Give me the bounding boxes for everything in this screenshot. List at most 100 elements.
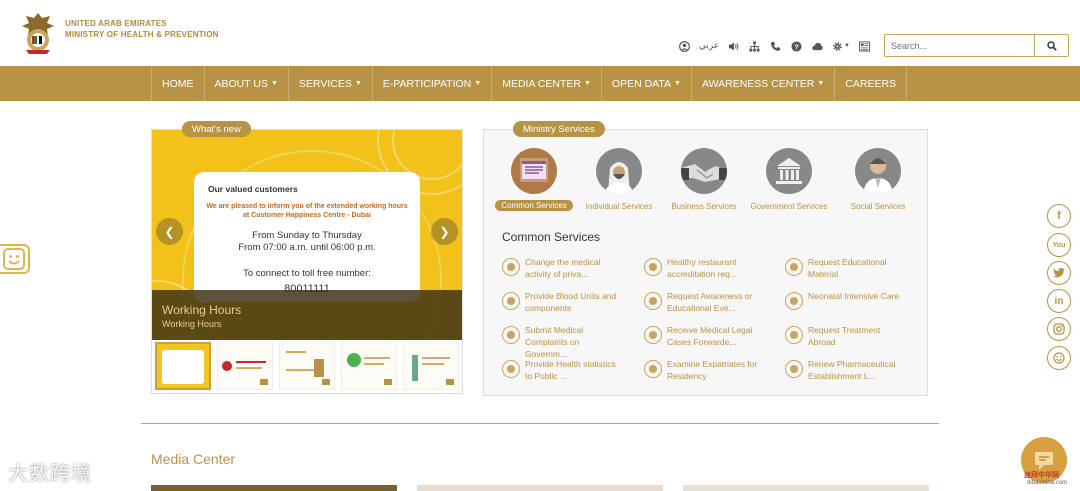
ministry-name[interactable]: UNITED ARAB EMIRATES MINISTRY OF HEALTH … xyxy=(65,18,219,40)
category-individual-services[interactable]: Individual Services xyxy=(577,148,661,211)
service-icon xyxy=(785,292,803,310)
media-card[interactable] xyxy=(151,485,397,491)
government-services-icon xyxy=(766,148,812,194)
phone-icon[interactable] xyxy=(765,38,786,54)
notice-card: Our valued customers We are pleased to i… xyxy=(194,172,420,302)
service-item[interactable]: Examine Expatriates for Residency xyxy=(644,358,774,382)
nav-item-about-us[interactable]: ABOUT US ▼ xyxy=(205,66,289,101)
facebook-icon[interactable]: f xyxy=(1047,204,1071,228)
service-item[interactable]: Request Awareness or Educational Eve... xyxy=(644,290,774,314)
feedback-button[interactable] xyxy=(0,244,30,274)
chevron-down-icon: ▼ xyxy=(474,80,482,87)
service-icon xyxy=(644,360,662,378)
main-nav: HOME ABOUT US ▼ SERVICES ▼ E-PARTICIPATION ▼ ME… xyxy=(0,66,1080,101)
nav-item-home[interactable]: HOME xyxy=(151,66,205,101)
service-label: Neonatal Intensive Care xyxy=(808,291,900,301)
slide-thumbnail[interactable] xyxy=(403,342,459,390)
service-label: Healthy restaurant accreditation req... xyxy=(667,257,737,279)
smile-icon[interactable] xyxy=(1047,346,1071,370)
slide-thumbnail[interactable] xyxy=(217,342,273,390)
news-list-icon[interactable] xyxy=(854,38,875,54)
language-toggle[interactable]: عربي xyxy=(695,38,723,54)
ministry-services-tab[interactable]: Ministry Services xyxy=(513,121,605,137)
service-icon xyxy=(644,292,662,310)
social-sidebar: f You in xyxy=(1043,200,1075,380)
service-item[interactable]: Receive Medical Legal Cases Forwarde... xyxy=(644,324,774,348)
ministry-services-panel: Common Services Individual Services Busi… xyxy=(483,129,928,396)
service-item[interactable]: Change the medical activity of priva... xyxy=(502,256,632,280)
slide-next-button[interactable]: ❯ xyxy=(431,218,458,245)
nav-item-e-participation[interactable]: E-PARTICIPATION ▼ xyxy=(373,66,493,101)
notice-connect: To connect to toll free number: xyxy=(243,268,371,279)
service-icon xyxy=(502,292,520,310)
nav-item-open-data[interactable]: OPEN DATA ▼ xyxy=(602,66,692,101)
twitter-icon[interactable] xyxy=(1047,261,1071,285)
service-icon xyxy=(644,258,662,276)
service-icon xyxy=(502,360,520,378)
instagram-icon[interactable] xyxy=(1047,317,1071,341)
watermark-right-url: dibaichina.com xyxy=(1027,480,1068,486)
category-government-services[interactable]: Government Services xyxy=(747,148,831,211)
media-card[interactable] xyxy=(417,485,663,491)
service-item[interactable]: Neonatal Intensive Care xyxy=(785,290,915,310)
service-item[interactable]: Submit Medical Complaints on Governm... xyxy=(502,324,632,360)
nav-item-awareness-center[interactable]: AWARENESS CENTER ▼ xyxy=(692,66,836,101)
smiley-feedback-icon xyxy=(3,248,25,270)
header-tools: عربي ? ▼ xyxy=(674,38,875,54)
youtube-icon[interactable]: You xyxy=(1047,233,1071,257)
search-icon xyxy=(1046,40,1057,51)
user-icon[interactable] xyxy=(674,38,695,54)
chevron-down-icon: ▼ xyxy=(583,80,591,87)
notice-days: From Sunday to Thursday xyxy=(252,230,362,241)
cloud-icon[interactable] xyxy=(807,38,828,54)
service-label: Renew Pharmaceutical Establishment L... xyxy=(808,359,896,381)
category-social-services[interactable]: Social Services xyxy=(836,148,920,211)
service-label: Provide Blood Units and components xyxy=(525,291,617,313)
news-slide[interactable]: Our valued customers We are pleased to i… xyxy=(152,130,462,340)
service-label: Submit Medical Complaints on Governm... xyxy=(525,325,584,359)
speaker-icon[interactable] xyxy=(723,38,744,54)
sitemap-icon[interactable] xyxy=(744,38,765,54)
service-icon xyxy=(502,326,520,344)
category-common-services[interactable]: Common Services xyxy=(492,148,576,213)
whats-new-panel: Our valued customers We are pleased to i… xyxy=(151,129,463,394)
search-box xyxy=(884,34,1069,57)
service-item[interactable]: Healthy restaurant accreditation req... xyxy=(644,256,774,280)
chevron-down-icon: ▼ xyxy=(844,43,850,49)
service-label: Provide Health statistics to Public ... xyxy=(525,359,616,381)
nav-item-careers[interactable]: CAREERS xyxy=(835,66,908,101)
search-input[interactable] xyxy=(885,35,1035,56)
uae-emblem-logo[interactable] xyxy=(18,10,58,56)
service-item[interactable]: Request Educational Material xyxy=(785,256,915,280)
service-item[interactable]: Provide Health statistics to Public ... xyxy=(502,358,632,382)
nav-item-services[interactable]: SERVICES ▼ xyxy=(289,66,373,101)
chevron-down-icon: ▼ xyxy=(817,80,825,87)
watermark-right: 迪拜中华网 xyxy=(1024,471,1059,479)
linkedin-icon[interactable]: in xyxy=(1047,289,1071,313)
nav-item-media-center[interactable]: MEDIA CENTER ▼ xyxy=(492,66,602,101)
individual-services-icon xyxy=(596,148,642,194)
service-icon xyxy=(502,258,520,276)
service-label: Request Educational Material xyxy=(808,257,887,279)
chevron-right-icon: ❯ xyxy=(439,224,450,239)
slide-thumbnail[interactable] xyxy=(279,342,335,390)
media-card[interactable] xyxy=(683,485,929,491)
chevron-left-icon: ❮ xyxy=(164,224,175,239)
service-item[interactable]: Provide Blood Units and components xyxy=(502,290,632,314)
settings-gear-icon[interactable]: ▼ xyxy=(828,38,854,54)
site-header: UNITED ARAB EMIRATES MINISTRY OF HEALTH … xyxy=(0,0,1080,66)
notice-title: Our valued customers xyxy=(208,184,298,194)
category-business-services[interactable]: Business Services xyxy=(662,148,746,211)
whats-new-tab[interactable]: What's new xyxy=(182,121,251,137)
search-button[interactable] xyxy=(1034,35,1068,56)
slide-thumbnails xyxy=(154,342,460,392)
business-services-icon xyxy=(681,148,727,194)
watermark-left: 大数跨境 xyxy=(8,461,92,485)
slide-thumbnail[interactable] xyxy=(155,342,211,390)
caption-subtitle: Working Hours xyxy=(162,319,222,329)
slide-thumbnail[interactable] xyxy=(341,342,397,390)
service-item[interactable]: Request Treatment Abroad xyxy=(785,324,915,348)
slide-prev-button[interactable]: ❮ xyxy=(156,218,183,245)
service-item[interactable]: Renew Pharmaceutical Establishment L... xyxy=(785,358,915,382)
help-icon[interactable]: ? xyxy=(786,38,807,54)
